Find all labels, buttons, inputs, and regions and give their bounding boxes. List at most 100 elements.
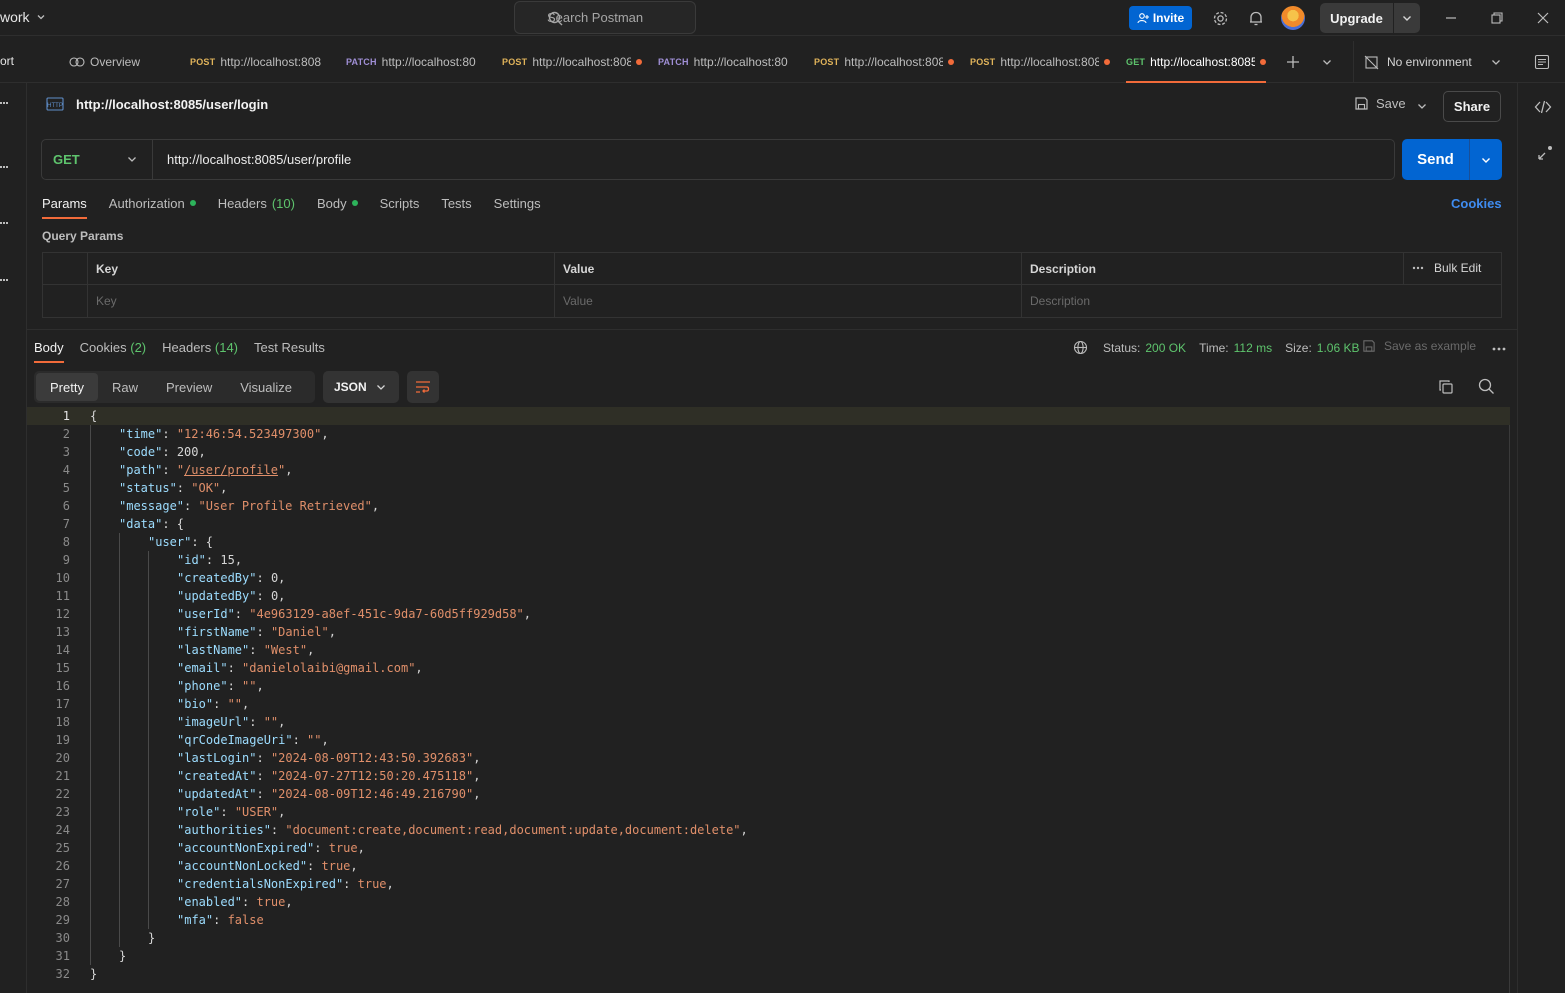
line-number: 26 bbox=[55, 859, 70, 873]
tab-label: http://localhost:808 bbox=[220, 55, 322, 69]
url-input[interactable]: http://localhost:8085/user/profile bbox=[153, 152, 1394, 167]
invite-button[interactable]: Invite bbox=[1129, 6, 1192, 30]
tab-request-active[interactable]: GET http://localhost:8085 bbox=[1126, 41, 1266, 83]
tab-scripts[interactable]: Scripts bbox=[380, 195, 420, 211]
code-text: "user": { bbox=[148, 535, 214, 549]
key-input[interactable]: Key bbox=[87, 285, 554, 317]
code-text: "qrCodeImageUri": "", bbox=[177, 733, 329, 747]
tab-request[interactable]: POST http://localhost:808 bbox=[970, 41, 1110, 83]
sidebar-item-cut[interactable]: ort bbox=[0, 54, 14, 68]
minimize-icon[interactable] bbox=[1442, 9, 1460, 27]
code-line: 18 "imageUrl": "", bbox=[27, 713, 1510, 731]
copy-icon[interactable] bbox=[1438, 379, 1454, 398]
close-icon[interactable] bbox=[1534, 9, 1552, 27]
tab-label: http://localhost:8085 bbox=[1150, 55, 1255, 69]
table-row: Key Value Description bbox=[43, 285, 1501, 317]
code-line: 23 "role": "USER", bbox=[27, 803, 1510, 821]
tab-settings[interactable]: Settings bbox=[494, 195, 541, 211]
tab-response-body[interactable]: Body bbox=[34, 340, 64, 363]
tab-tests[interactable]: Tests bbox=[441, 195, 471, 211]
line-number: 12 bbox=[55, 607, 70, 621]
http-icon: HTTP bbox=[46, 97, 64, 111]
code-snippet-icon[interactable] bbox=[1534, 99, 1552, 118]
tab-request[interactable]: POST http://localhost:808 bbox=[814, 41, 954, 83]
time-value[interactable]: 112 ms bbox=[1234, 341, 1272, 355]
tab-response-headers[interactable]: Headers (14) bbox=[162, 340, 238, 356]
upgrade-button[interactable]: Upgrade bbox=[1320, 3, 1420, 33]
tab-body[interactable]: Body bbox=[317, 195, 358, 211]
more-icon[interactable] bbox=[1492, 340, 1506, 355]
cookies-link[interactable]: Cookies bbox=[1451, 196, 1502, 211]
send-options-chevron-icon[interactable] bbox=[1470, 154, 1502, 166]
search-icon[interactable] bbox=[1478, 378, 1495, 398]
value-input[interactable]: Value bbox=[554, 285, 1021, 317]
request-response-divider[interactable] bbox=[27, 329, 1517, 330]
view-pretty[interactable]: Pretty bbox=[36, 373, 98, 401]
table-header-row: Key Value Description bbox=[43, 253, 1501, 285]
tab-overview[interactable]: Overview bbox=[69, 41, 140, 83]
tab-request[interactable]: PATCH http://localhost:80 bbox=[346, 41, 478, 83]
save-example-label: Save as example bbox=[1384, 339, 1477, 353]
more-icon[interactable] bbox=[0, 102, 8, 104]
related-collections-icon[interactable] bbox=[1536, 144, 1554, 165]
code-text: "lastLogin": "2024-08-09T12:43:50.392683… bbox=[177, 751, 481, 765]
tab-response-cookies[interactable]: Cookies (2) bbox=[80, 340, 146, 356]
send-button[interactable]: Send bbox=[1402, 139, 1502, 180]
save-as-example-button[interactable]: Save as example bbox=[1362, 339, 1476, 353]
wrap-lines-icon[interactable] bbox=[407, 371, 439, 403]
environment-selector[interactable]: No environment bbox=[1353, 41, 1508, 83]
response-body-editor[interactable]: 1{2 "time": "12:46:54.523497300", 3 "code":… bbox=[27, 407, 1517, 993]
tab-headers[interactable]: Headers (10) bbox=[218, 195, 295, 211]
tab-params[interactable]: Params bbox=[42, 195, 87, 219]
environment-quick-look-icon[interactable] bbox=[1534, 41, 1550, 83]
save-button[interactable]: Save bbox=[1354, 96, 1406, 111]
sidebar-item-marker[interactable] bbox=[0, 222, 8, 224]
tab-request[interactable]: POST http://localhost:808 bbox=[190, 41, 324, 83]
user-avatar[interactable] bbox=[1281, 6, 1305, 30]
chevron-down-icon[interactable] bbox=[1394, 12, 1420, 24]
right-context-rail bbox=[1517, 83, 1565, 993]
save-options-chevron-icon[interactable] bbox=[1416, 100, 1428, 115]
code-line: 27 "credentialsNonExpired": true, bbox=[27, 875, 1510, 893]
code-line: 17 "bio": "", bbox=[27, 695, 1510, 713]
tab-request[interactable]: POST http://localhost:808 bbox=[502, 41, 642, 83]
tab-test-results[interactable]: Test Results bbox=[254, 340, 325, 356]
share-button[interactable]: Share bbox=[1443, 91, 1501, 122]
search-postman[interactable]: Search Postman bbox=[514, 1, 696, 34]
tab-label: Headers bbox=[217, 195, 267, 211]
code-line: 28 "enabled": true, bbox=[27, 893, 1510, 911]
line-number: 14 bbox=[55, 643, 70, 657]
size-value[interactable]: 1.06 KB bbox=[1317, 341, 1360, 355]
save-icon bbox=[1355, 97, 1368, 110]
line-number: 9 bbox=[62, 553, 70, 567]
status-value[interactable]: 200 OK bbox=[1145, 341, 1186, 355]
response-status: Status: 200 OK Time: 112 ms Size: 1.06 K… bbox=[1073, 340, 1367, 355]
sidebar-item-marker[interactable] bbox=[0, 279, 8, 281]
settings-gear-icon[interactable] bbox=[1211, 9, 1229, 27]
notifications-bell-icon[interactable] bbox=[1247, 9, 1265, 27]
code-text: "time": "12:46:54.523497300", bbox=[119, 427, 329, 441]
view-raw[interactable]: Raw bbox=[98, 373, 152, 401]
request-name[interactable]: http://localhost:8085/user/login bbox=[76, 97, 268, 112]
tab-label: http://localhost:80 bbox=[381, 55, 476, 69]
format-select[interactable]: JSON bbox=[323, 371, 399, 403]
method-select[interactable]: GET bbox=[42, 140, 153, 179]
code-text: "status": "OK", bbox=[119, 481, 228, 495]
new-tab-plus-icon[interactable] bbox=[1286, 41, 1302, 83]
chevron-down-icon bbox=[128, 157, 136, 162]
line-number: 3 bbox=[62, 445, 70, 459]
line-number: 11 bbox=[55, 589, 70, 603]
restore-icon[interactable] bbox=[1488, 9, 1506, 27]
view-visualize[interactable]: Visualize bbox=[226, 373, 306, 401]
code-line: 8 "user": { bbox=[27, 533, 1510, 551]
bulk-edit-button[interactable]: Bulk Edit bbox=[1412, 261, 1481, 275]
tab-authorization[interactable]: Authorization bbox=[109, 195, 196, 211]
workspace-switcher[interactable]: work bbox=[0, 9, 46, 25]
view-preview[interactable]: Preview bbox=[152, 373, 226, 401]
tab-list-chevron-icon[interactable] bbox=[1321, 41, 1335, 83]
code-text: "id": 15, bbox=[177, 553, 243, 567]
tab-request[interactable]: PATCH http://localhost:80 bbox=[658, 41, 790, 83]
globe-icon[interactable] bbox=[1073, 340, 1088, 355]
sidebar-item-marker[interactable] bbox=[0, 166, 8, 168]
description-input[interactable]: Description bbox=[1021, 285, 1501, 317]
